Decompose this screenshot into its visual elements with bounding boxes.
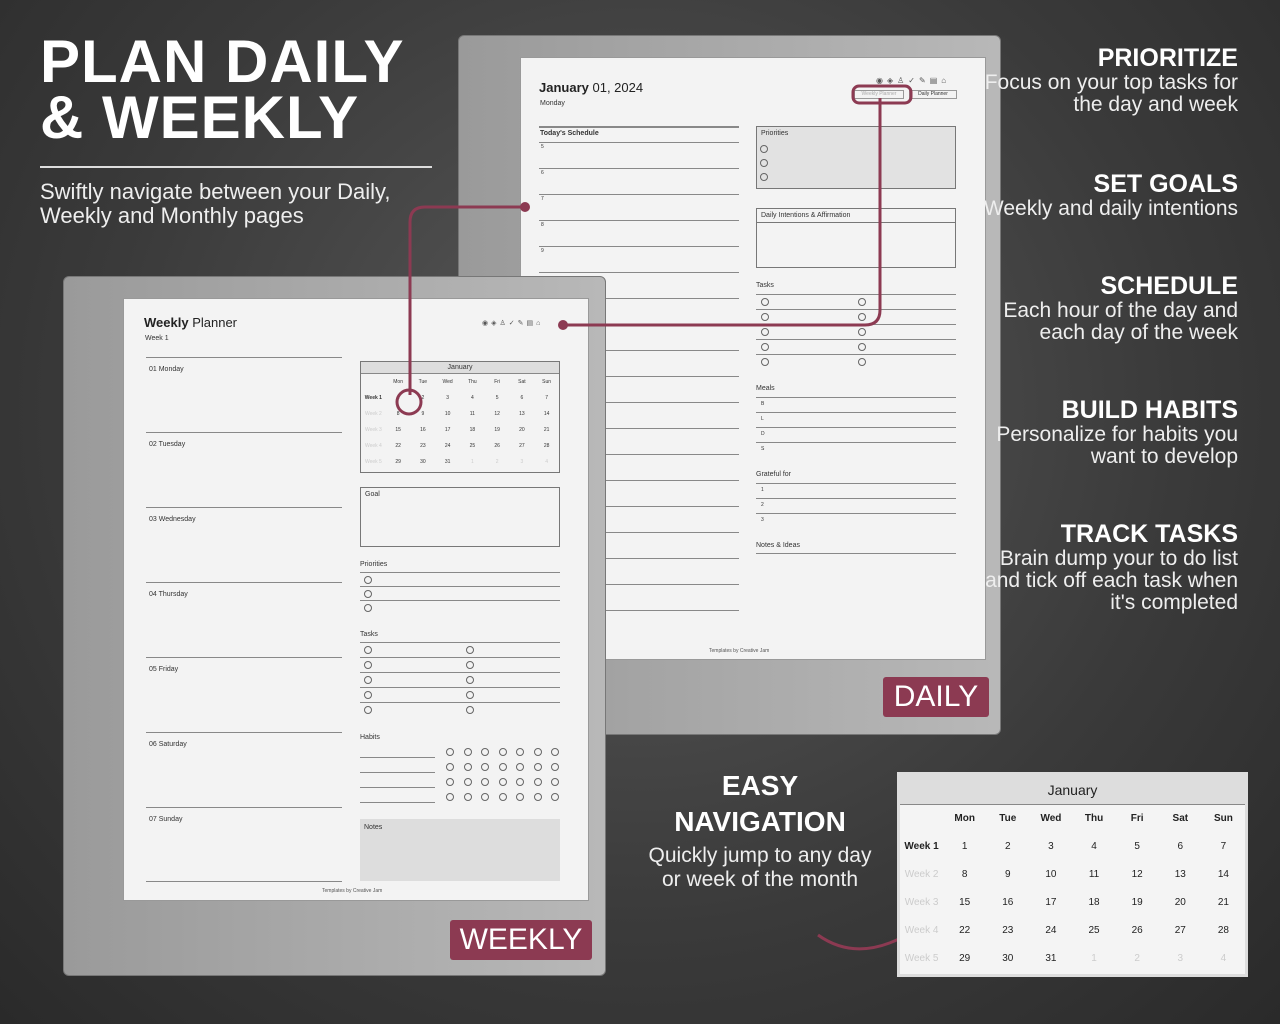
day-link[interactable]: 23 [986,917,1029,945]
feature-title: PRIORITIZE [1097,44,1238,72]
day-link[interactable]: 31 [1029,945,1072,973]
weekday-header: Wed [1040,813,1062,824]
connector-daily-to-calendar [408,205,525,395]
feature-schedule: SCHEDULE Each hour of the day and each da… [978,272,1238,344]
day-link[interactable]: 14 [1202,861,1245,889]
day-link[interactable]: 4 [1202,945,1245,973]
day-link[interactable]: 9 [986,861,1029,889]
day-link[interactable]: 7 [1202,833,1245,861]
feature-set-goals: SET GOALS Weekly and daily intentions [978,170,1238,220]
day-link[interactable]: 29 [943,945,986,973]
day-link[interactable]: 6 [1159,833,1202,861]
day-link[interactable]: 25 [1073,917,1116,945]
week-link[interactable]: Week 2 [900,861,943,889]
feature-title: BUILD HABITS [1061,396,1238,424]
connector-dot [520,202,530,212]
feature-track-tasks: TRACK TASKS Brain dump your to do list an… [978,520,1238,614]
feature-text: Each hour of the day and each day of the… [1003,299,1238,344]
day-link[interactable]: 18 [1073,889,1116,917]
weekday-header: Sat [1172,813,1189,824]
weekday-header: Fri [1130,813,1144,824]
day-link[interactable]: 3 [1029,833,1072,861]
day-link[interactable]: 10 [1029,861,1072,889]
week-link[interactable]: Week 3 [900,889,943,917]
navigation-callout: EASY NAVIGATION Quickly jump to any day o… [648,770,872,891]
day-link[interactable]: 16 [986,889,1029,917]
feature-prioritize: PRIORITIZE Focus on your top tasks for th… [978,44,1238,116]
day-link[interactable]: 21 [1202,889,1245,917]
day-link[interactable]: 11 [1073,861,1116,889]
day-link[interactable]: 1 [1073,945,1116,973]
day-link[interactable]: 17 [1029,889,1072,917]
feature-text: Personalize for habits you want to devel… [996,423,1238,468]
weekday-header: Mon [954,813,975,824]
highlight-ring [851,84,913,105]
feature-text: Weekly and daily intentions [983,197,1238,220]
connector-dot [558,320,568,330]
day-link[interactable]: 24 [1029,917,1072,945]
weekday-header [900,805,943,833]
day-link[interactable]: 5 [1116,833,1159,861]
day-link[interactable]: 1 [943,833,986,861]
calendar-month[interactable]: January [900,775,1245,805]
day-link[interactable]: 22 [943,917,986,945]
day-link[interactable]: 19 [1116,889,1159,917]
feature-title: TRACK TASKS [1060,520,1238,548]
weekday-header: Thu [1084,813,1104,824]
week-link[interactable]: Week 4 [900,917,943,945]
day-link[interactable]: 28 [1202,917,1245,945]
day-link[interactable]: 26 [1116,917,1159,945]
feature-title: SCHEDULE [1100,272,1238,300]
calendar-zoom-card: January Mon Tue Wed Thu Fri Sat Sun Week 112345… [897,772,1248,977]
feature-text: Focus on your top tasks for the day and … [984,71,1238,116]
day-link[interactable]: 15 [943,889,986,917]
day-link[interactable]: 30 [986,945,1029,973]
day-link[interactable]: 4 [1073,833,1116,861]
day-link[interactable]: 13 [1159,861,1202,889]
connector-weekly-to-daily [563,98,882,327]
day-link[interactable]: 2 [986,833,1029,861]
weekday-header: Sun [1213,813,1233,824]
day-link[interactable]: 8 [943,861,986,889]
day-link[interactable]: 12 [1116,861,1159,889]
week-link[interactable]: Week 1 [900,833,943,861]
feature-text: Brain dump your to do list and tick off … [985,547,1238,614]
weekday-header: Tue [999,813,1017,824]
day-link[interactable]: 2 [1116,945,1159,973]
day-link[interactable]: 3 [1159,945,1202,973]
feature-title: SET GOALS [1093,170,1238,198]
week-link[interactable]: Week 5 [900,945,943,973]
day-link[interactable]: 20 [1159,889,1202,917]
feature-build-habits: BUILD HABITS Personalize for habits you w… [978,396,1238,468]
day-link[interactable]: 27 [1159,917,1202,945]
